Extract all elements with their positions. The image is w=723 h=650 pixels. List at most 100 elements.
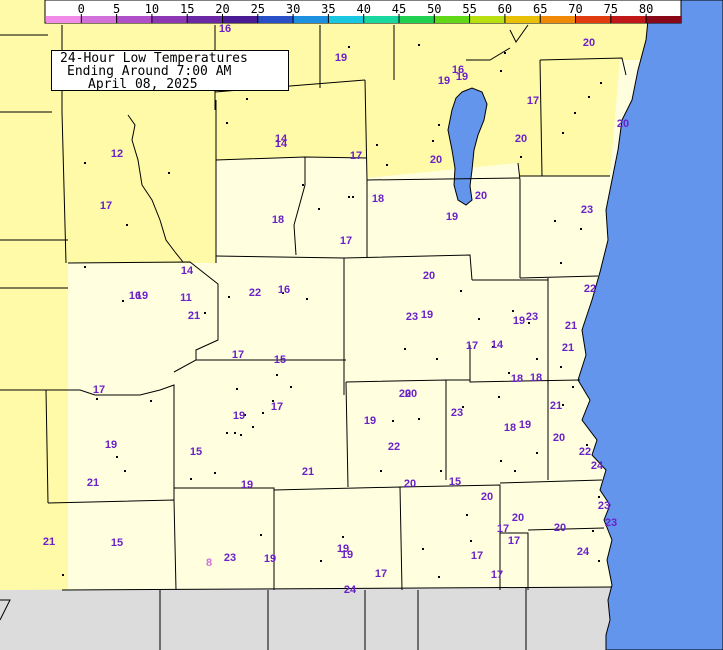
temperature-reading: 17 xyxy=(232,349,244,361)
temperature-reading: 19 xyxy=(364,415,376,427)
color-scale-swatch xyxy=(293,16,329,23)
temperature-reading: 20 xyxy=(583,37,595,49)
temperature-reading: 20 xyxy=(554,522,566,534)
land-outside xyxy=(0,587,612,650)
temperature-reading: 17 xyxy=(466,340,478,352)
color-scale-swatch xyxy=(646,16,682,23)
temperature-reading: 23 xyxy=(605,517,617,529)
temperature-reading: 18 xyxy=(504,422,516,434)
temperature-reading: 17 xyxy=(491,569,503,581)
color-scale-swatch xyxy=(434,16,471,23)
temperature-reading: 15 xyxy=(111,537,123,549)
temperature-reading: 20 xyxy=(423,270,435,282)
color-scale-swatch xyxy=(610,16,647,23)
temperature-reading: 19 xyxy=(438,75,450,87)
temperature-reading: 12 xyxy=(111,148,123,160)
temperature-reading: 19 xyxy=(513,315,525,327)
temperature-reading: 14 xyxy=(181,265,194,277)
temperature-reading: 21 xyxy=(188,310,200,322)
temperature-reading: 16 xyxy=(278,284,290,296)
temperature-reading: 15 xyxy=(190,446,202,458)
color-scale-swatch xyxy=(151,16,188,23)
temperature-reading: 19 xyxy=(264,553,276,565)
temperature-reading: 24 xyxy=(577,546,590,558)
temperature-reading: 17 xyxy=(350,150,362,162)
color-scale-label: 40 xyxy=(356,2,370,16)
color-scale-label: 65 xyxy=(533,2,547,16)
temperature-reading: 20 xyxy=(405,388,417,400)
temperature-reading: 20 xyxy=(553,432,565,444)
color-scale-label: 25 xyxy=(251,2,265,16)
color-scale-label: 5 xyxy=(113,2,120,16)
temperature-reading: 21 xyxy=(302,466,314,478)
temperature-reading: 19 xyxy=(446,211,458,223)
temperature-reading: 16 xyxy=(219,23,231,35)
temperature-reading: 18 xyxy=(530,372,542,384)
color-scale-swatch xyxy=(469,16,506,23)
temperature-reading: 14 xyxy=(491,339,504,351)
temperature-reading: 23 xyxy=(224,552,236,564)
color-scale-label: 0 xyxy=(78,2,85,16)
temperature-reading: 15 xyxy=(449,476,461,488)
temperature-reading: 23 xyxy=(406,311,418,323)
color-scale-label: 70 xyxy=(568,2,582,16)
color-scale-swatch xyxy=(257,16,294,23)
color-scale-label: 75 xyxy=(604,2,618,16)
temperature-reading: 20 xyxy=(481,491,493,503)
temperature-reading: 21 xyxy=(562,342,574,354)
temperature-reading: 21 xyxy=(565,320,577,332)
temperature-reading: 20 xyxy=(475,190,487,202)
land-west-strip xyxy=(0,260,68,590)
color-scale-swatch xyxy=(46,16,82,23)
color-scale-swatch xyxy=(328,16,365,23)
color-scale-label: 15 xyxy=(180,2,194,16)
color-scale-swatch xyxy=(504,16,541,23)
temperature-reading: 19 xyxy=(105,439,117,451)
temperature-reading: 22 xyxy=(249,287,261,299)
weather-map: 16 19 16 19 19 20 17 14 14 17 20 20 12 20 17 18 18 20 19 23… xyxy=(0,0,723,650)
temperature-reading: 8 xyxy=(206,557,212,569)
temperature-reading: 19 xyxy=(233,410,245,422)
temperature-reading: 23 xyxy=(451,407,463,419)
temperature-reading: 24 xyxy=(344,584,357,596)
color-scale-label: 60 xyxy=(498,2,512,16)
temperature-reading: 20 xyxy=(430,154,442,166)
temperature-reading: 17 xyxy=(271,401,283,413)
temperature-reading: 22 xyxy=(388,441,400,453)
temperature-reading: 17 xyxy=(527,95,539,107)
temperature-reading: 21 xyxy=(87,477,99,489)
color-scale-swatch xyxy=(222,16,259,23)
temperature-reading: 19 xyxy=(456,71,468,83)
color-scale-label: 20 xyxy=(215,2,229,16)
color-scale-label: 45 xyxy=(392,2,406,16)
color-scale-swatch xyxy=(81,16,118,23)
temperature-reading: 17 xyxy=(375,568,387,580)
map-title-box: 24-Hour Low Temperatures Ending Around 7… xyxy=(51,50,289,91)
temperature-reading: 20 xyxy=(404,478,416,490)
temperature-reading: 22 xyxy=(579,446,591,458)
color-scale-swatch xyxy=(540,16,576,23)
color-scale-swatch xyxy=(399,16,435,23)
temperature-reading: 17 xyxy=(340,235,352,247)
color-scale-label: 10 xyxy=(145,2,159,16)
color-scale-swatch xyxy=(575,16,612,23)
temperature-reading: 17 xyxy=(508,535,520,547)
color-scale: 0 5 10 15 20 25 30 35 40 45 50 55 60 65 70 75 80 xyxy=(44,0,682,24)
temperature-reading: 23 xyxy=(526,311,538,323)
temperature-reading: 19 xyxy=(241,479,253,491)
title-line-3: April 08, 2025 xyxy=(88,77,198,92)
temperature-reading: 17 xyxy=(93,384,105,396)
color-scale-swatch xyxy=(116,16,153,23)
temperature-reading: 23 xyxy=(598,500,610,512)
temperature-reading: 22 xyxy=(584,283,596,295)
temperature-reading: 20 xyxy=(512,512,524,524)
temperature-reading: 11 xyxy=(180,292,192,304)
temperature-reading: 15 xyxy=(274,354,286,366)
temperature-reading: 19 xyxy=(519,419,531,431)
temperature-reading: 19 xyxy=(136,290,148,302)
temperature-reading: 21 xyxy=(550,400,562,412)
temperature-reading: 20 xyxy=(617,118,629,130)
temperature-reading: 14 xyxy=(275,138,288,150)
color-scale-swatch xyxy=(363,16,400,23)
color-scale-label: 80 xyxy=(639,2,653,16)
